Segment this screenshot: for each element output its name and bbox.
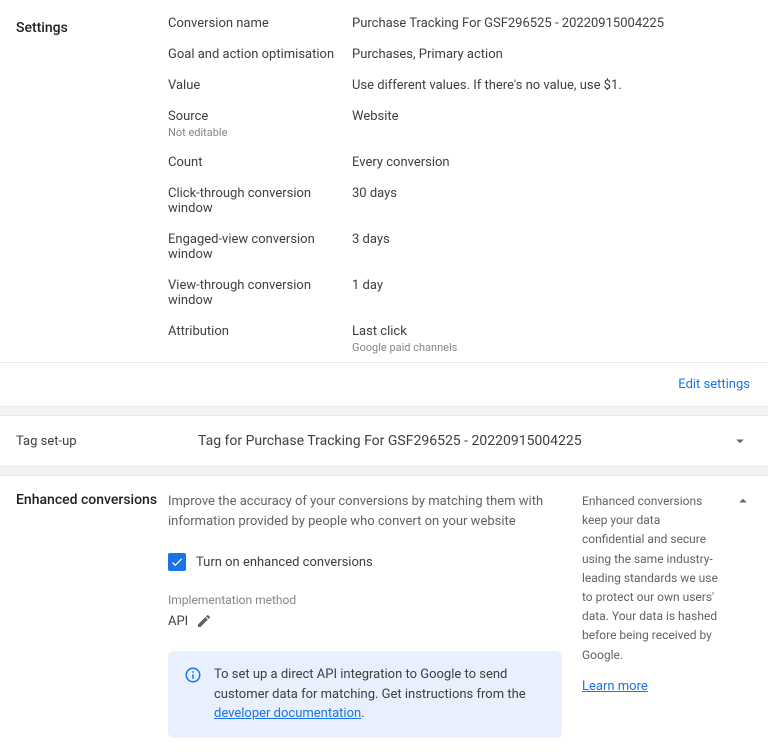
divider [0, 466, 768, 476]
enhanced-conversions-checkbox[interactable] [168, 553, 186, 571]
pencil-icon[interactable] [196, 613, 212, 629]
edit-settings-link[interactable]: Edit settings [678, 377, 750, 392]
implementation-method-value: API [168, 614, 188, 629]
settings-row-label: Goal and action optimisation [168, 47, 352, 62]
settings-heading: Settings [16, 20, 168, 36]
settings-row: Conversion namePurchase Tracking For GSF… [168, 8, 752, 39]
settings-row-value: 30 days [352, 186, 397, 216]
learn-more-link[interactable]: Learn more [582, 679, 648, 694]
settings-row-value: Purchases, Primary action [352, 47, 503, 62]
chevron-up-icon[interactable] [734, 492, 752, 510]
enhanced-conversions-checkbox-label: Turn on enhanced conversions [196, 555, 373, 570]
settings-row: ValueUse different values. If there's no… [168, 70, 752, 101]
settings-row-value: Every conversion [352, 155, 450, 170]
enhanced-conversions-side-text: Enhanced conversions keep your data conf… [582, 492, 724, 665]
settings-row: Engaged-view conversion window3 days [168, 224, 752, 270]
tag-setup-row[interactable]: Tag set-up Tag for Purchase Tracking For… [0, 416, 768, 466]
divider [0, 406, 768, 416]
settings-row-label: View-through conversion window [168, 278, 352, 308]
tag-setup-title: Tag for Purchase Tracking For GSF296525 … [168, 433, 728, 449]
settings-row: Goal and action optimisationPurchases, P… [168, 39, 752, 70]
check-icon [170, 555, 184, 569]
settings-row-sublabel: Not editable [168, 126, 352, 139]
settings-row-label: Count [168, 155, 352, 170]
chevron-down-icon[interactable] [728, 432, 752, 450]
enhanced-conversions-heading: Enhanced conversions [16, 492, 168, 508]
settings-row: AttributionLast clickGoogle paid channel… [168, 316, 752, 362]
settings-row: View-through conversion window1 day [168, 270, 752, 316]
settings-row: CountEvery conversion [168, 147, 752, 178]
info-icon [184, 666, 202, 684]
settings-row-label: Conversion name [168, 16, 352, 31]
settings-row-label: Attribution [168, 324, 352, 354]
info-text: To set up a direct API integration to Go… [214, 665, 546, 724]
settings-row-value: 3 days [352, 232, 390, 262]
tag-setup-label: Tag set-up [16, 434, 168, 449]
implementation-method-label: Implementation method [168, 593, 562, 607]
settings-row-label: Engaged-view conversion window [168, 232, 352, 262]
developer-documentation-link[interactable]: developer documentation [214, 706, 361, 721]
settings-row-value: Last clickGoogle paid channels [352, 324, 457, 354]
settings-row-value: Website [352, 109, 399, 139]
settings-row-value: 1 day [352, 278, 383, 308]
info-callout: To set up a direct API integration to Go… [168, 651, 562, 738]
settings-row-label: Value [168, 78, 352, 93]
settings-row-label: SourceNot editable [168, 109, 352, 139]
settings-row: SourceNot editableWebsite [168, 101, 752, 147]
settings-row-value: Use different values. If there's no valu… [352, 78, 622, 93]
enhanced-conversions-description: Improve the accuracy of your conversions… [168, 492, 562, 531]
settings-row: Click-through conversion window30 days [168, 178, 752, 224]
settings-row-value: Purchase Tracking For GSF296525 - 202209… [352, 16, 664, 31]
settings-row-label: Click-through conversion window [168, 186, 352, 216]
